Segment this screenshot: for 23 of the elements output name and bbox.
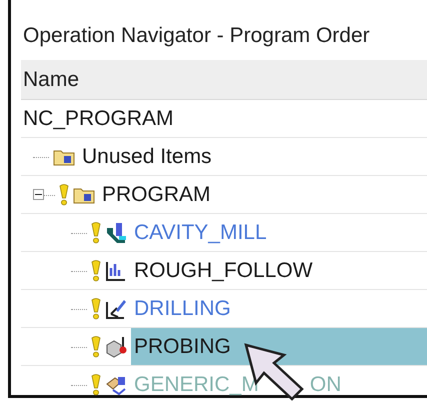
warning-icon (91, 222, 101, 244)
tree-item[interactable]: Unused Items (79, 138, 215, 175)
warning-icon (91, 298, 101, 320)
rough-follow-icon (105, 260, 127, 282)
tree-item-text: ON (310, 372, 342, 398)
warning-icon (59, 184, 69, 206)
tree-item[interactable]: PROGRAM (99, 176, 214, 213)
folder-icon (73, 186, 95, 204)
warning-icon (91, 374, 101, 396)
tree-item[interactable]: CAVITY_MILL (131, 214, 270, 251)
warning-icon (91, 336, 101, 358)
drilling-icon (105, 298, 127, 320)
tree-item[interactable]: PROBING (131, 328, 427, 365)
tree-item[interactable]: DRILLING (131, 290, 234, 327)
warning-icon (91, 260, 101, 282)
collapse-toggle[interactable] (33, 189, 44, 200)
tree-item[interactable]: NC_PROGRAM (21, 100, 427, 138)
column-header[interactable]: Name (21, 60, 427, 100)
probe-icon (105, 336, 127, 358)
tree-item[interactable]: ROUGH_FOLLOW (131, 252, 316, 289)
cavity-mill-icon (105, 222, 127, 244)
folder-icon (53, 148, 75, 166)
window-title: Operation Navigator - Program Order (22, 23, 371, 49)
